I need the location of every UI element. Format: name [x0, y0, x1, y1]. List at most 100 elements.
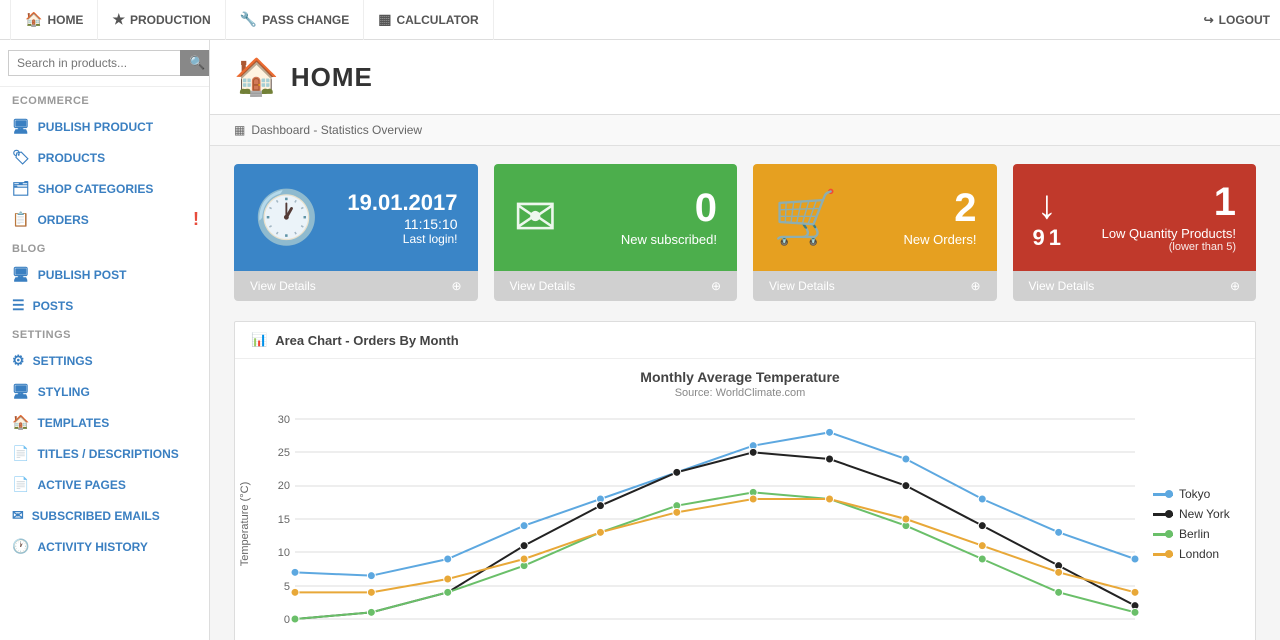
publish-post-label: PUBLISH POST: [38, 268, 127, 282]
orders-label: New Orders!: [904, 232, 977, 247]
orders-footer-label: View Details: [769, 279, 835, 293]
sidebar-item-activity-history[interactable]: 🕐 ACTIVITY HISTORY: [0, 531, 209, 562]
lowqty-label: Low Quantity Products!: [1102, 226, 1236, 241]
svg-text:15: 15: [278, 514, 290, 526]
nav-home[interactable]: 🏠 HOME: [10, 0, 98, 40]
lowqty-num9: 9: [1033, 225, 1045, 251]
logout-label: LOGOUT: [1219, 13, 1270, 27]
stat-card-lowqty-footer[interactable]: View Details ⊕: [1013, 271, 1257, 301]
top-nav: 🏠 HOME ★ PRODUCTION 🔧 PASS CHANGE ▦ CALC…: [0, 0, 1280, 40]
nav-pass-change[interactable]: 🔧 PASS CHANGE: [226, 0, 365, 40]
sidebar-item-settings[interactable]: ⚙ SETTINGS: [0, 345, 209, 376]
breadcrumb: ▦ Dashboard - Statistics Overview: [210, 115, 1280, 146]
login-footer-arrow: ⊕: [451, 279, 461, 293]
sidebar-item-posts[interactable]: ☰ POSTS: [0, 290, 209, 321]
chart-main-title: Monthly Average Temperature: [235, 369, 1245, 385]
subscribed-count: 0: [621, 188, 717, 228]
stat-card-orders-footer[interactable]: View Details ⊕: [753, 271, 997, 301]
search-bar: 🔍: [0, 40, 209, 87]
nav-home-label: HOME: [47, 13, 83, 27]
breadcrumb-icon: ▦: [234, 123, 245, 137]
breadcrumb-text: Dashboard - Statistics Overview: [251, 123, 422, 137]
stat-card-login-footer[interactable]: View Details ⊕: [234, 271, 478, 301]
sidebar-item-shop-categories[interactable]: 🗂 SHOP CATEGORIES: [0, 173, 209, 204]
templates-icon: 🏠: [12, 414, 29, 431]
active-pages-label: ACTIVE PAGES: [37, 478, 125, 492]
temperature-chart: 0 5 10 15 20 25 30: [255, 409, 1145, 639]
house-icon: 🏠: [234, 56, 279, 98]
titles-icon: 📄: [12, 445, 29, 462]
lowqty-footer-arrow: ⊕: [1230, 279, 1240, 293]
sidebar-item-styling[interactable]: 🖥 STYLING: [0, 376, 209, 407]
star-icon: ★: [112, 11, 125, 28]
subscribed-footer-arrow: ⊕: [711, 279, 721, 293]
templates-label: TEMPLATES: [37, 416, 109, 430]
orders-info: 2 New Orders!: [904, 188, 977, 247]
orders-label: ORDERS: [37, 213, 88, 227]
publish-product-icon: 🖥: [12, 118, 30, 135]
svg-text:10: 10: [278, 547, 290, 559]
products-label: PRODUCTS: [38, 151, 105, 165]
stat-card-lowqty-body: ↓ 9 1 1 Low Quantity Products! (lower th…: [1013, 164, 1257, 271]
settings-label: SETTINGS: [33, 354, 93, 368]
styling-icon: 🖥: [12, 383, 30, 400]
sidebar-item-products[interactable]: 🏷 PRODUCTS: [0, 142, 209, 173]
active-pages-icon: 📄: [12, 476, 29, 493]
stat-cards: 🕐 19.01.2017 11:15:10 Last login! View D…: [210, 146, 1280, 311]
orders-icon: 📋: [12, 211, 29, 228]
chart-y-label: Temperature (°C): [239, 482, 251, 566]
svg-text:20: 20: [278, 480, 290, 492]
nav-calculator[interactable]: ▦ CALCULATOR: [364, 0, 493, 40]
legend-item-london: London: [1153, 547, 1245, 561]
styling-label: STYLING: [38, 385, 90, 399]
stat-card-login-body: 🕐 19.01.2017 11:15:10 Last login!: [234, 164, 478, 271]
stat-card-subscribed-footer[interactable]: View Details ⊕: [494, 271, 738, 301]
sidebar-item-titles-descriptions[interactable]: 📄 TITLES / DESCRIPTIONS: [0, 438, 209, 469]
search-button[interactable]: 🔍: [180, 50, 210, 76]
svg-text:5: 5: [284, 581, 290, 593]
subscribed-footer-label: View Details: [510, 279, 576, 293]
legend-item-berlin: Berlin: [1153, 527, 1245, 541]
settings-icon: ⚙: [12, 352, 25, 369]
logout-button[interactable]: ↪ LOGOUT: [1204, 13, 1270, 27]
settings-section-title: SETTINGS: [0, 321, 209, 345]
lowqty-footer-label: View Details: [1029, 279, 1095, 293]
subscribed-info: 0 New subscribed!: [621, 188, 717, 247]
orders-count: 2: [904, 188, 977, 228]
chart-subtitle: Source: WorldClimate.com: [235, 387, 1245, 399]
login-date: 19.01.2017: [347, 190, 457, 216]
main-content: 🏠 HOME ▦ Dashboard - Statistics Overview…: [210, 40, 1280, 640]
stat-card-orders: 🛒 2 New Orders! View Details ⊕: [753, 164, 997, 301]
sidebar-item-publish-post[interactable]: 🖥 PUBLISH POST: [0, 259, 209, 290]
svg-text:25: 25: [278, 447, 290, 459]
login-info: 19.01.2017 11:15:10 Last login!: [347, 190, 457, 246]
activity-history-label: ACTIVITY HISTORY: [37, 540, 147, 554]
sidebar: 🔍 ECOMMERCE 🖥 PUBLISH PRODUCT 🏷 PRODUCTS…: [0, 40, 210, 640]
sidebar-item-subscribed-emails[interactable]: ✉ SUBSCRIBED EMAILS: [0, 500, 209, 531]
lowqty-info: 1 Low Quantity Products! (lower than 5): [1102, 182, 1236, 253]
orders-footer-arrow: ⊕: [970, 279, 980, 293]
sidebar-item-templates[interactable]: 🏠 TEMPLATES: [0, 407, 209, 438]
chart-header: 📊 Area Chart - Orders By Month: [235, 322, 1255, 359]
search-input[interactable]: [8, 50, 180, 76]
blog-section-title: BLOG: [0, 235, 209, 259]
login-sub: Last login!: [347, 232, 457, 246]
lowqty-sublabel: (lower than 5): [1102, 241, 1236, 253]
layout: 🔍 ECOMMERCE 🖥 PUBLISH PRODUCT 🏷 PRODUCTS…: [0, 40, 1280, 640]
chart-title: Area Chart - Orders By Month: [275, 333, 458, 348]
stat-card-subscribed-body: ✉ 0 New subscribed!: [494, 164, 738, 271]
wrench-icon: 🔧: [240, 11, 257, 28]
products-icon: 🏷: [12, 149, 30, 166]
nav-production[interactable]: ★ PRODUCTION: [98, 0, 225, 40]
login-footer-label: View Details: [250, 279, 316, 293]
sidebar-item-publish-product[interactable]: 🖥 PUBLISH PRODUCT: [0, 111, 209, 142]
ecommerce-section-title: ECOMMERCE: [0, 87, 209, 111]
logout-icon: ↪: [1204, 13, 1214, 27]
shop-categories-icon: 🗂: [12, 180, 30, 197]
stat-card-login: 🕐 19.01.2017 11:15:10 Last login! View D…: [234, 164, 478, 301]
sidebar-item-active-pages[interactable]: 📄 ACTIVE PAGES: [0, 469, 209, 500]
legend-item-tokyo: Tokyo: [1153, 487, 1245, 501]
calculator-icon: ▦: [378, 11, 391, 28]
sidebar-item-orders[interactable]: 📋 ORDERS !: [0, 204, 209, 235]
page-header: 🏠 HOME: [210, 40, 1280, 115]
